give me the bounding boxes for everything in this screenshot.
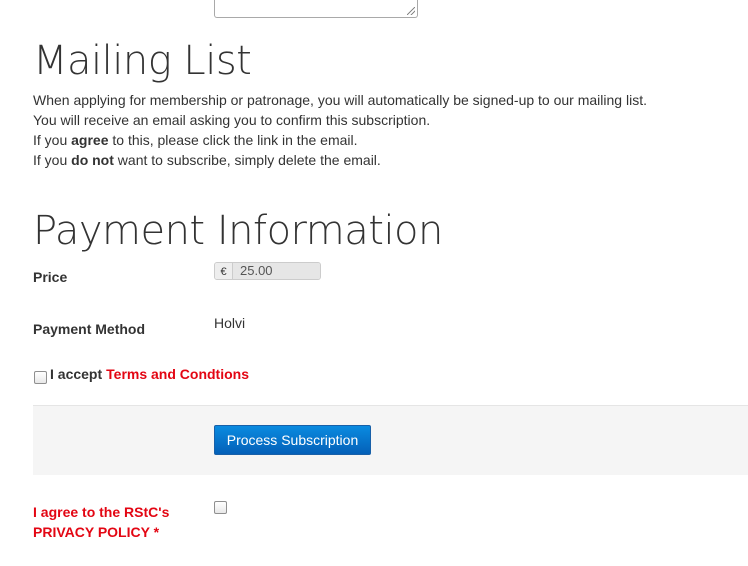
accept-terms-row: I accept Terms and Condtions (50, 366, 249, 382)
line-4-bold: do not (71, 152, 114, 168)
privacy-label-line-2: PRIVACY POLICY * (33, 524, 160, 540)
privacy-policy-checkbox[interactable] (214, 501, 227, 514)
mailing-list-line-1: When applying for membership or patronag… (33, 92, 647, 108)
price-field: € 25.00 (214, 262, 321, 280)
line-3-suffix: to this, please click the link in the em… (108, 132, 358, 148)
terms-checkbox[interactable] (34, 371, 47, 384)
comments-textarea[interactable] (214, 0, 418, 18)
euro-icon: € (215, 263, 233, 279)
price-label: Price (33, 269, 68, 285)
mailing-list-line-2: You will receive an email asking you to … (33, 112, 431, 128)
accept-label: I accept (50, 366, 103, 382)
mailing-list-heading: Mailing List (33, 38, 252, 84)
payment-method-label: Payment Method (33, 321, 146, 337)
privacy-label-line-1: I agree to the RStC's (33, 504, 170, 520)
privacy-policy-label: I agree to the RStC's PRIVACY POLICY * (33, 502, 183, 542)
terms-and-conditions-link[interactable]: Terms and Condtions (106, 366, 249, 382)
mailing-list-text: When applying for membership or patronag… (33, 90, 647, 170)
price-input: 25.00 (233, 263, 320, 279)
line-3-bold: agree (71, 132, 109, 148)
form-actions-panel (33, 405, 748, 475)
payment-information-heading: Payment Information (33, 208, 443, 254)
line-4-prefix: If you (33, 152, 72, 168)
line-3-prefix: If you (33, 132, 72, 148)
resize-grip-icon[interactable] (407, 7, 415, 15)
mailing-list-line-4: If you do not want to subscribe, simply … (33, 150, 647, 170)
mailing-list-line-3: If you agree to this, please click the l… (33, 130, 647, 150)
process-subscription-button[interactable]: Process Subscription (214, 425, 371, 455)
line-4-suffix: want to subscribe, simply delete the ema… (113, 152, 381, 168)
payment-method-value: Holvi (214, 315, 246, 331)
